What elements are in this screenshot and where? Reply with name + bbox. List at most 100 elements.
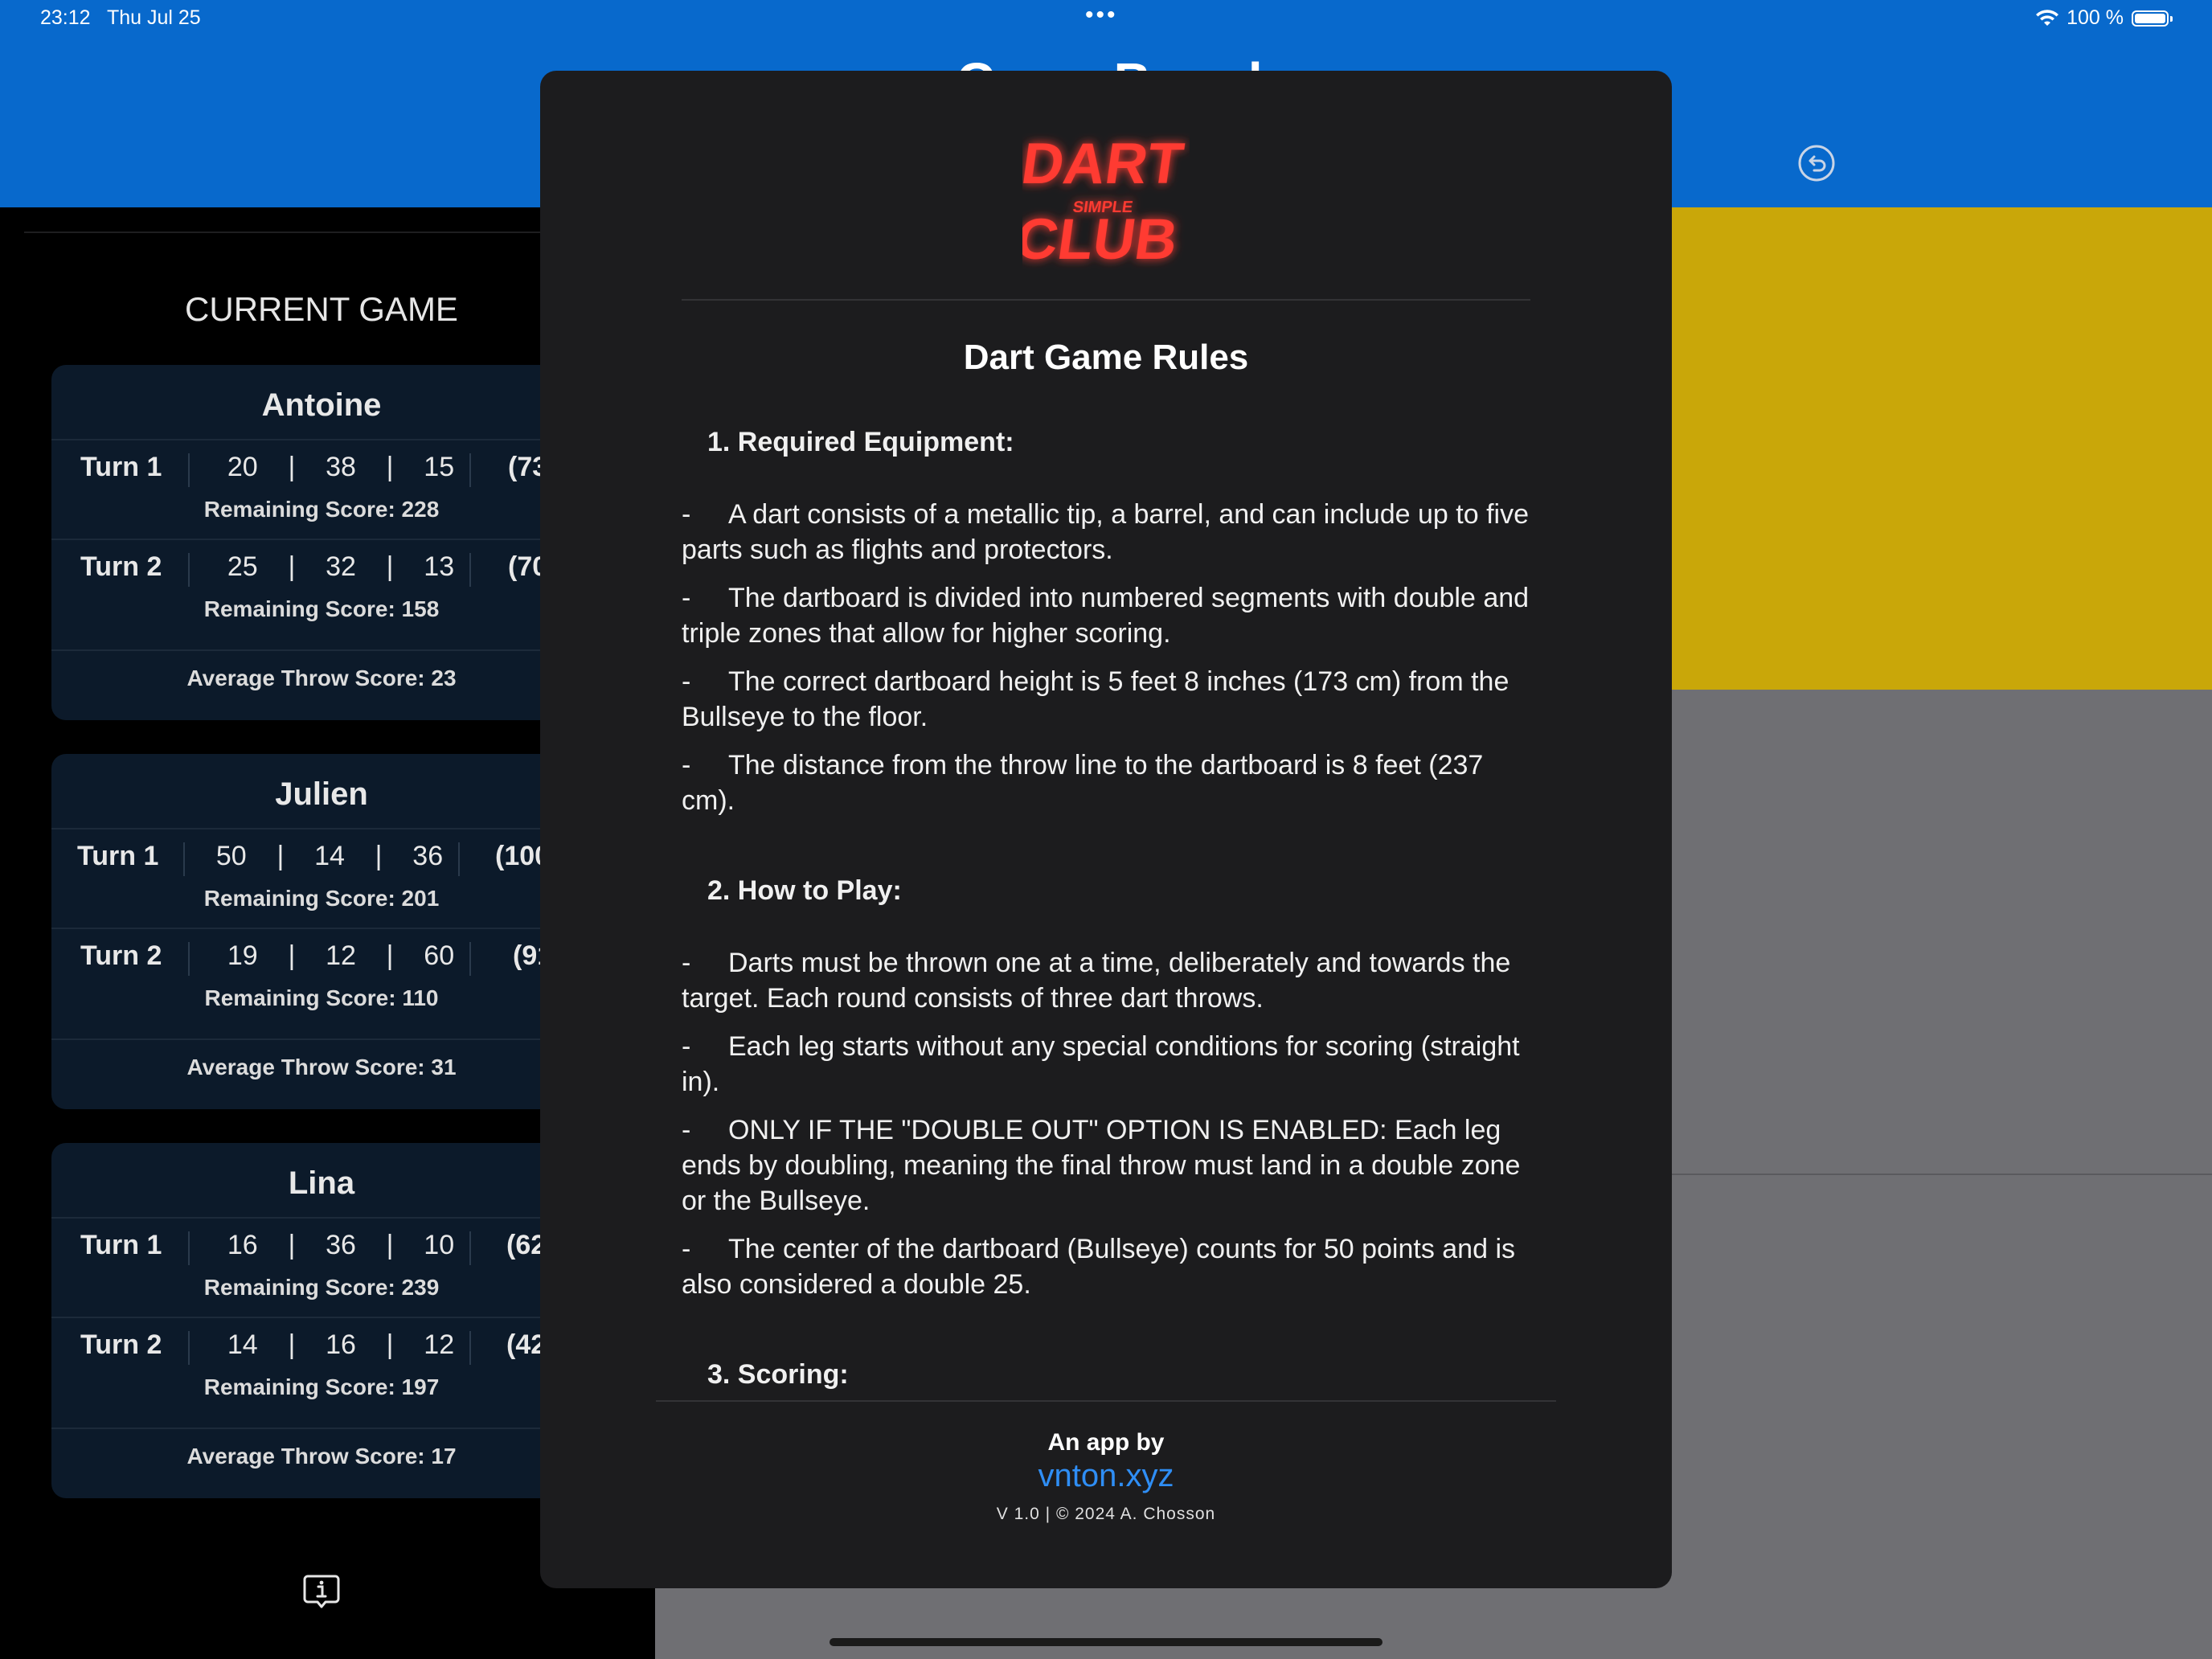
rule-item: - Darts must be thrown one at a time, del… xyxy=(682,945,1534,1016)
throw-score: 15 xyxy=(424,452,455,482)
throw-score: 25 xyxy=(227,551,258,582)
throw-scores: 14 | 16 | 12 xyxy=(212,1329,469,1361)
turn-label: Turn 1 xyxy=(80,452,162,482)
throw-scores: 50 | 14 | 36 xyxy=(201,841,458,872)
remaining-score: Remaining Score: 201 xyxy=(203,886,440,911)
player-name: Antoine xyxy=(261,387,382,423)
throw-separator: | xyxy=(276,841,285,871)
throw-scores: 19 | 12 | 60 xyxy=(212,940,469,972)
turn-label: Turn 2 xyxy=(80,551,162,582)
version-text: V 1.0 | © 2024 A. Chosson xyxy=(996,1505,1216,1523)
divider xyxy=(469,1331,471,1365)
rule-item: - The distance from the throw line to the… xyxy=(682,748,1534,818)
battery-icon xyxy=(2132,10,2173,27)
bullet-dash: - xyxy=(682,1234,691,1264)
turn-label: Turn 1 xyxy=(77,841,159,871)
throw-score: 19 xyxy=(227,940,258,971)
rule-text: Darts must be thrown one at a time, deli… xyxy=(682,948,1511,1014)
rule-item: - The center of the dartboard (Bullseye) … xyxy=(682,1231,1534,1302)
rule-item: - Each leg starts without any special con… xyxy=(682,1029,1534,1100)
bullet-dash: - xyxy=(682,666,691,697)
throw-scores: 25 | 32 | 13 xyxy=(212,551,469,583)
throw-separator: | xyxy=(288,1230,296,1260)
throw-separator: | xyxy=(386,1230,394,1260)
developer-link[interactable]: vnton.xyz xyxy=(540,1458,1672,1494)
player-name: Julien xyxy=(275,776,368,812)
battery-percentage: 100 % xyxy=(2067,6,2124,29)
turn-label: Turn 1 xyxy=(80,1230,162,1260)
section-heading: 1. Required Equipment: xyxy=(707,427,1014,457)
bullet-dash: - xyxy=(682,583,691,613)
active-player-panel xyxy=(1672,207,2212,690)
throw-separator: | xyxy=(386,940,394,971)
throw-separator: | xyxy=(375,841,383,871)
divider xyxy=(682,299,1530,301)
multitasking-dots-icon[interactable]: ••• xyxy=(1085,2,1118,29)
throw-score: 36 xyxy=(412,841,444,871)
bullet-dash: - xyxy=(682,1115,691,1145)
divider xyxy=(188,942,190,976)
rules-scroll-area[interactable]: 1. Required Equipment: - A dart consists … xyxy=(682,424,1534,1469)
bullet-dash: - xyxy=(682,1031,691,1062)
rule-text: Each leg starts without any special cond… xyxy=(682,1031,1520,1097)
throw-separator: | xyxy=(288,1329,296,1360)
status-indicators: 100 % xyxy=(2036,6,2173,30)
rule-item: - ONLY IF THE "DOUBLE OUT" OPTION IS ENAB… xyxy=(682,1112,1534,1219)
player-name: Lina xyxy=(288,1165,355,1201)
throw-separator: | xyxy=(288,452,296,482)
rule-text: A dart consists of a metallic tip, a bar… xyxy=(682,499,1529,565)
remaining-score: Remaining Score: 228 xyxy=(203,497,440,522)
throw-separator: | xyxy=(288,551,296,582)
throw-score: 38 xyxy=(326,452,356,482)
info-bubble-icon[interactable] xyxy=(301,1571,342,1612)
throw-scores: 16 | 36 | 10 xyxy=(212,1230,469,1261)
rules-modal: DART SIMPLE CLUB Dart Game Rules 1. Requ… xyxy=(540,71,1672,1588)
remaining-score: Remaining Score: 110 xyxy=(204,985,439,1010)
throw-separator: | xyxy=(386,551,394,582)
wifi-icon xyxy=(2036,9,2059,26)
section-heading: 2. How to Play: xyxy=(707,875,902,906)
throw-score: 16 xyxy=(227,1230,258,1260)
clock-time: 23:12 xyxy=(40,6,91,29)
turn-label: Turn 2 xyxy=(80,1329,162,1360)
bullet-dash: - xyxy=(682,948,691,978)
divider xyxy=(458,842,460,876)
throw-score: 13 xyxy=(424,551,455,582)
throw-score: 14 xyxy=(227,1329,258,1360)
home-indicator[interactable] xyxy=(830,1638,1382,1646)
average-throw-score: Average Throw Score: 23 xyxy=(186,666,457,690)
divider xyxy=(183,842,185,876)
rule-item: - The correct dartboard height is 5 feet … xyxy=(682,664,1534,735)
throw-score: 32 xyxy=(326,551,356,582)
throw-separator: | xyxy=(288,940,296,971)
divider xyxy=(469,942,471,976)
throw-scores: 20 | 38 | 15 xyxy=(212,452,469,483)
average-throw-score: Average Throw Score: 17 xyxy=(186,1444,457,1469)
rule-text: The dartboard is divided into numbered s… xyxy=(682,583,1530,649)
throw-score: 12 xyxy=(326,940,356,971)
remaining-score: Remaining Score: 239 xyxy=(203,1275,440,1300)
divider xyxy=(656,1400,1556,1402)
undo-icon[interactable] xyxy=(1796,143,1837,183)
rule-text: The center of the dartboard (Bullseye) c… xyxy=(682,1234,1515,1300)
rules-title: Dart Game Rules xyxy=(963,338,1249,377)
divider xyxy=(188,553,190,587)
throw-score: 10 xyxy=(424,1230,455,1260)
status-date: Thu Jul 25 xyxy=(106,6,201,29)
divider xyxy=(188,1331,190,1365)
logo-text-club: CLUB xyxy=(1022,207,1182,272)
logo-text-dart: DART xyxy=(1022,132,1187,196)
rule-text: The distance from the throw line to the … xyxy=(682,750,1484,816)
divider xyxy=(1672,1174,2212,1175)
dart-club-logo: DART SIMPLE CLUB xyxy=(1022,132,1187,272)
throw-score: 14 xyxy=(314,841,345,871)
status-time: 23:12 Thu Jul 25 xyxy=(40,6,201,30)
rule-item: - The dartboard is divided into numbered … xyxy=(682,580,1534,651)
section-heading: 3. Scoring: xyxy=(707,1359,849,1390)
remaining-score: Remaining Score: 158 xyxy=(203,596,440,621)
app-by-label: An app by xyxy=(1047,1429,1165,1456)
divider xyxy=(188,453,190,487)
throw-score: 36 xyxy=(326,1230,356,1260)
throw-score: 16 xyxy=(326,1329,356,1360)
